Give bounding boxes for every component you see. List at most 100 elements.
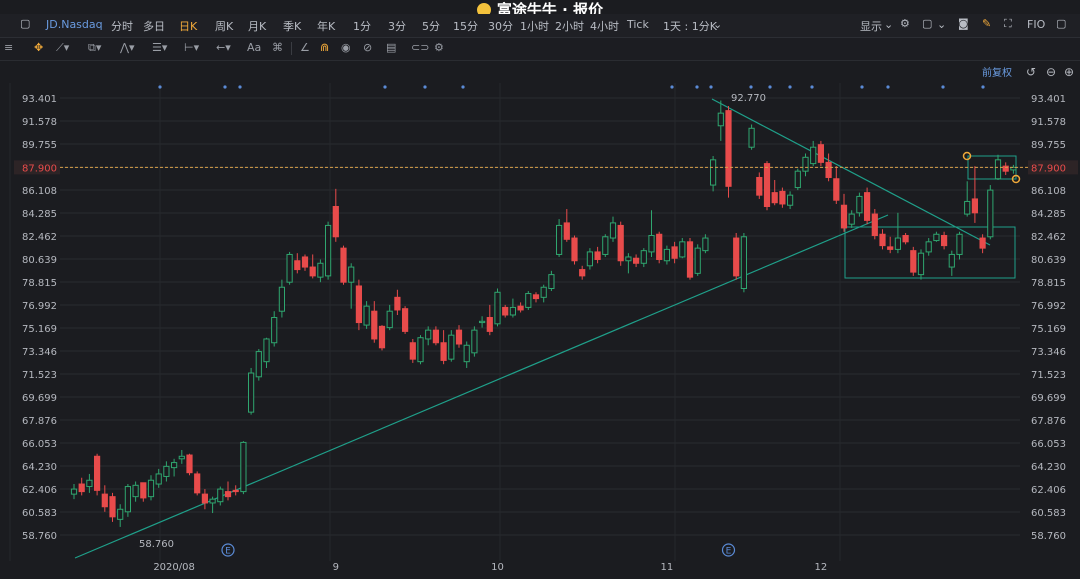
y-tick-label-left: 58.760 [22,531,57,542]
layout-icon[interactable]: ▢ [922,17,932,30]
tab-period-1[interactable]: 多日 [143,18,165,34]
tab-period-10[interactable]: 15分 [453,18,478,34]
candle-body [956,233,963,255]
candle-body [609,222,617,239]
tab-period-4[interactable]: 月K [248,18,266,34]
y-tick-label-left: 66.053 [22,439,57,450]
fullscreen-icon[interactable]: ⛶ [1004,17,1012,31]
plus-icon[interactable]: ⊕ [1064,65,1074,79]
candle-body [971,198,978,214]
menu-icon[interactable]: ≡ [4,41,13,54]
reset-icon[interactable]: ↺ [1026,65,1036,79]
y-tick-label-left: 89.755 [22,140,57,151]
window-toggle-icon[interactable]: ▢ [1056,17,1066,30]
candle-body [571,237,578,262]
candle-body [917,252,925,276]
magnet-icon[interactable]: ⋒ [320,41,329,54]
tab-period-7[interactable]: 1分 [353,18,371,34]
candle-body [132,484,139,498]
text-tool-icon[interactable]: Aa [247,41,261,54]
tab-period-6[interactable]: 年K [317,18,335,34]
gear-icon[interactable]: ⚙ [900,17,910,30]
symbol-label[interactable]: JD.Nasdaq [46,18,103,31]
arrow-tool-icon[interactable]: ←▾ [216,41,231,54]
candle-body [301,256,309,268]
link-icon[interactable]: ⊂⊃ [411,41,429,54]
chevron-down-icon[interactable]: ⌄ [884,18,893,31]
candle-body [371,310,378,340]
tab-period-14[interactable]: 4小时 [590,18,619,34]
y-tick-label-right: 84.285 [1031,209,1066,220]
tab-period-8[interactable]: 3分 [388,18,406,34]
crosshair-move-icon[interactable]: ✥ [34,41,43,54]
tab-period-13[interactable]: 2小时 [555,18,584,34]
event-dot [981,85,985,89]
candle-body [817,144,824,163]
sidebar-toggle-icon[interactable]: ▢ [20,17,30,30]
candle-body [586,251,593,267]
candle-body [964,200,971,215]
candle-body [679,241,686,258]
candle-body [209,498,216,504]
tab-period-2[interactable]: 日K [179,18,197,34]
candle-body [178,455,185,460]
pattern-tool-icon[interactable]: ⌘ [272,41,283,54]
trash-icon[interactable]: ▤ [386,41,396,54]
candle-body [332,206,339,238]
candle-body [933,233,940,242]
chevron-down-icon[interactable]: ⌄ [713,18,722,31]
event-dot [860,85,864,89]
tab-period-9[interactable]: 5分 [422,18,440,34]
x-tick-label: 9 [333,562,339,573]
tab-period-0[interactable]: 分时 [111,18,133,34]
rehab-selector[interactable]: 前复权 [982,66,1012,79]
tab-period-3[interactable]: 周K [215,18,233,34]
tab-period-16[interactable]: 1天 : 1分K [663,18,717,34]
candle-body [425,329,432,340]
line-tool-icon[interactable]: ⟋▾ [56,41,69,55]
price-chart[interactable]: 93.401 91.578 89.755 86.108 84.285 82.462 80.6… [0,61,1080,579]
display-menu[interactable]: 显示 [860,18,882,34]
y-tick-label-right: 69.699 [1031,393,1066,404]
y-tick-label-left: 64.230 [22,462,57,473]
y-tick-label-right: 78.815 [1031,278,1066,289]
candle-body [94,455,101,491]
rect-tool-icon[interactable]: ⧉▾ [88,41,101,55]
y-tick-label-right: 93.401 [1031,94,1066,105]
pencil-icon[interactable]: ✎ [982,17,991,30]
eye-icon[interactable]: ◉ [341,41,351,54]
minus-icon[interactable]: ⊖ [1046,65,1056,79]
candle-body [617,224,624,262]
fio-button[interactable]: FIO [1027,18,1045,31]
tab-period-11[interactable]: 30分 [488,18,513,34]
event-dot [886,85,890,89]
camera-icon[interactable]: ◙ [958,17,969,30]
angle-tool-icon[interactable]: ∠ [300,41,310,54]
candle-body [502,306,509,316]
tab-period-5[interactable]: 季K [283,18,301,34]
tab-period-12[interactable]: 1小时 [520,18,549,34]
candle-body [386,310,393,329]
current-price-label-left: 87.900 [22,163,57,174]
chevron-down-icon[interactable]: ⌄ [937,18,946,31]
candle-body [355,285,362,324]
candle-body [271,317,278,344]
settings-small-icon[interactable]: ⚙ [434,41,444,54]
candle-body [394,296,401,311]
event-dot [423,85,427,89]
candle-body [317,262,324,278]
hide-icon[interactable]: ⊘ [363,41,372,54]
candle-body [871,213,878,237]
event-dot [749,85,753,89]
candle-body [155,473,162,485]
y-tick-label-left: 82.462 [22,232,57,243]
measure-tool-icon[interactable]: ⊢▾ [184,41,199,54]
fib-tool-icon[interactable]: ☰▾ [152,41,167,54]
candle-body [848,213,855,225]
channel-tool-icon[interactable]: ⋀▾ [120,41,135,54]
tab-period-15[interactable]: Tick [627,18,649,31]
candle-body [124,486,132,513]
candle-body [109,496,116,518]
candle-body [633,257,640,264]
candle-body [802,156,809,172]
